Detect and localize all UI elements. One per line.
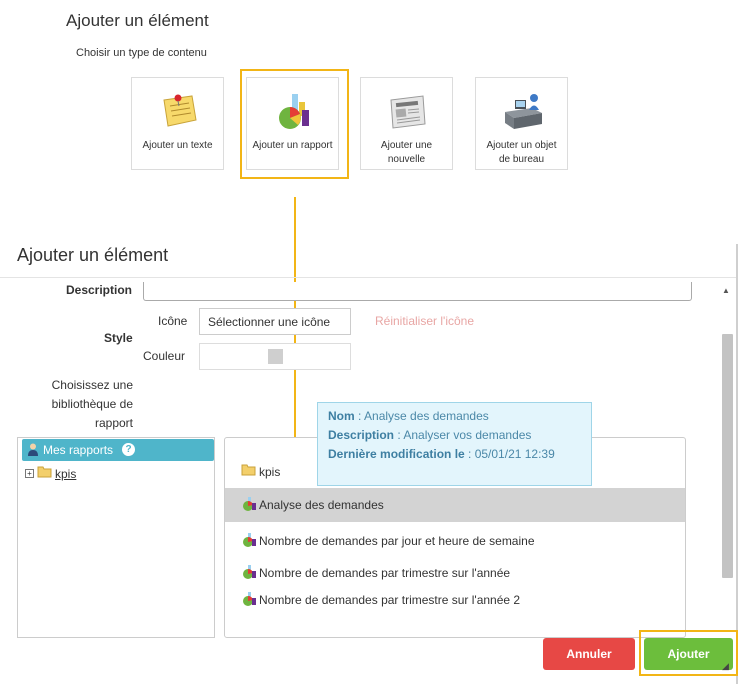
folder-icon [241,464,256,476]
list-item-label: Nombre de demandes par jour et heure de … [259,534,535,548]
tree-item-kpis[interactable]: kpis [55,467,76,481]
icon-label: Icône [158,314,188,328]
report-icon [243,497,256,511]
tree-expand-toggle[interactable]: + [25,469,34,478]
list-item-label: Analyse des demandes [259,498,384,512]
description-input[interactable] [143,282,692,301]
dialog-title: Ajouter un élément [17,245,169,265]
scrollbar-thumb[interactable] [722,334,733,578]
tree-header-label: Mes rapports [43,443,114,457]
list-item-label: Nombre de demandes par trimestre sur l'a… [259,593,521,607]
color-label: Couleur [143,349,186,363]
add-office-object-card[interactable]: Ajouter un objet de bureau [475,77,568,170]
description-label: Description [65,283,132,297]
tooltip-modified-key: Dernière modification le [328,447,465,461]
reset-icon-link[interactable]: Réinitialiser l'icône [375,314,474,328]
add-news-card[interactable]: Ajouter une nouvelle [360,77,453,170]
add-office-object-label: Ajouter un objet de bureau [486,140,557,165]
dialog-right-border [736,244,738,684]
list-item-report-trimestre-2[interactable]: Nombre de demandes par trimestre sur l'a… [225,584,685,614]
tooltip-description-key: Description [328,428,395,442]
report-icon [243,592,256,606]
content-type-subtitle: Choisir un type de contenu [76,47,207,59]
dialog-header-divider [0,277,736,278]
report-icon [243,565,256,579]
list-item-report-jour-heure[interactable]: Nombre de demandes par jour et heure de … [225,525,685,555]
tooltip-modified-line: Dernière modification le : 05/01/21 12:3… [328,445,591,464]
user-icon [28,443,38,456]
tooltip-modified-value: : 05/01/21 12:39 [464,447,555,461]
style-label: Style [104,331,133,345]
resize-grip-icon[interactable]: ◢ [722,661,729,672]
tooltip-description-line: Description : Analyser vos demandes [328,426,591,445]
tooltip-name-value: : Analyse des demandes [354,409,489,423]
help-icon[interactable]: ? [122,443,135,456]
tooltip-description-value: : Analyser vos demandes [394,428,532,442]
selected-card-highlight [240,69,349,179]
add-text-label: Ajouter un texte [142,140,213,151]
newspaper-icon [390,95,426,129]
office-desk-icon [505,94,542,129]
top-panel-title: Ajouter un élément [66,11,209,30]
list-item-label: kpis [259,465,281,479]
library-label: Choisissez une bibliothèque de rapport [51,378,133,430]
add-button[interactable]: Ajouter [644,638,733,670]
tooltip-name-key: Nom [328,409,355,423]
select-icon-button[interactable]: Sélectionner une icône [199,308,351,335]
scroll-up-icon[interactable]: ▲ [722,286,730,295]
folder-icon [37,466,52,478]
report-icon [243,533,256,547]
cancel-button[interactable]: Annuler [543,638,635,670]
list-item-label: Nombre de demandes par trimestre sur l'a… [259,566,511,580]
list-item-report-analyse[interactable]: Analyse des demandes [225,488,685,522]
tooltip-name-line: Nom : Analyse des demandes [328,407,591,426]
add-text-card[interactable]: Ajouter un texte [131,77,224,170]
tree-header-my-reports[interactable]: Mes rapports ? [22,439,214,461]
add-news-label: Ajouter une nouvelle [380,140,433,165]
report-tooltip: Nom : Analyse des demandes Description :… [317,402,592,486]
sticky-note-icon [163,94,197,127]
color-swatch[interactable] [268,349,283,364]
list-item-report-trimestre[interactable]: Nombre de demandes par trimestre sur l'a… [225,557,685,587]
